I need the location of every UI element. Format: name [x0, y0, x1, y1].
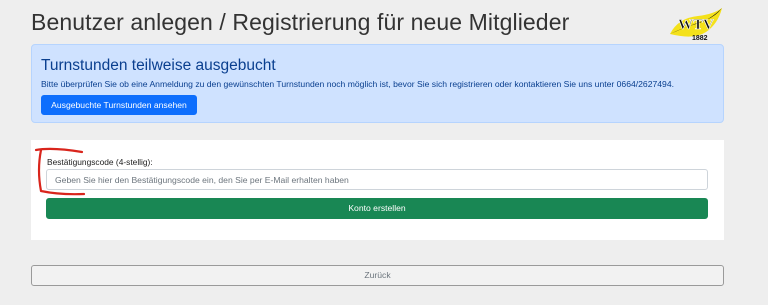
- alert-text: Bitte überprüfen Sie ob eine Anmeldung z…: [41, 79, 674, 89]
- back-button[interactable]: Zurück: [31, 265, 724, 286]
- page-title: Benutzer anlegen / Registrierung für neu…: [31, 9, 570, 35]
- svg-text:WTV: WTV: [678, 17, 714, 33]
- create-account-button[interactable]: Konto erstellen: [46, 198, 708, 219]
- svg-text:1882: 1882: [692, 35, 708, 42]
- club-logo: WTV 1882: [668, 4, 724, 44]
- booking-alert: Turnstunden teilweise ausgebucht Bitte ü…: [31, 44, 724, 123]
- confirmation-code-input[interactable]: [46, 169, 708, 190]
- alert-heading: Turnstunden teilweise ausgebucht: [41, 57, 276, 74]
- registration-card: Bestätigungscode (4-stellig): Konto erst…: [31, 140, 724, 240]
- wtv-logo-icon: WTV 1882: [670, 8, 722, 42]
- code-label: Bestätigungscode (4-stellig):: [47, 157, 153, 167]
- view-booked-classes-button[interactable]: Ausgebuchte Turnstunden ansehen: [41, 95, 197, 115]
